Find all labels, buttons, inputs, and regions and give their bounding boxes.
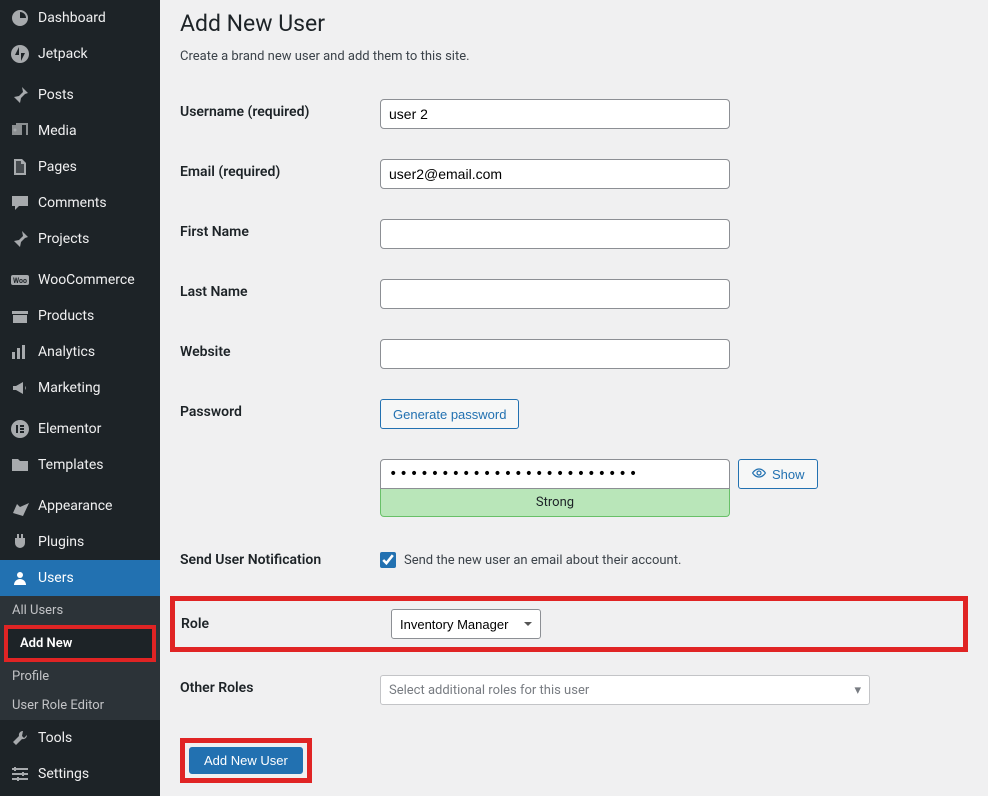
username-input[interactable] [380,99,730,129]
woocommerce-icon: Woo [10,270,30,290]
sidebar-item-settings[interactable]: Settings [0,756,160,792]
add-new-user-button[interactable]: Add New User [189,747,303,774]
role-label: Role [181,616,391,632]
website-input[interactable] [380,339,730,369]
sidebar-item-marketing[interactable]: Marketing [0,370,160,406]
sidebar-item-label: Pages [38,159,77,175]
lastname-label: Last Name [180,264,380,324]
svg-text:Woo: Woo [13,277,27,285]
users-submenu: All Users Add New Profile User Role Edit… [0,596,160,720]
sidebar-item-jetpack[interactable]: Jetpack [0,36,160,72]
notification-label: Send User Notification [180,532,380,588]
media-icon [10,121,30,141]
submenu-profile[interactable]: Profile [0,662,160,691]
sidebar-item-elementor[interactable]: Elementor [0,411,160,447]
page-title: Add New User [180,10,968,37]
pin-icon [10,85,30,105]
add-user-form: Username (required) Email (required) Fir… [180,84,968,720]
sidebar-item-templates[interactable]: Templates [0,447,160,483]
username-label: Username (required) [180,84,380,144]
sidebar-item-label: Media [38,123,77,139]
sidebar-item-label: Users [38,570,74,586]
sidebar-item-label: Elementor [38,421,101,437]
admin-sidebar: Dashboard Jetpack Posts Media Pages Comm… [0,0,160,796]
role-select[interactable]: Inventory Manager [391,609,541,639]
firstname-input[interactable] [380,219,730,249]
sidebar-item-posts[interactable]: Posts [0,77,160,113]
sidebar-item-media[interactable]: Media [0,113,160,149]
sidebar-item-label: Appearance [38,498,112,514]
sidebar-item-woocommerce[interactable]: Woo WooCommerce [0,262,160,298]
products-icon [10,306,30,326]
generate-password-button[interactable]: Generate password [380,399,519,429]
password-label: Password [180,384,380,444]
password-strength: Strong [380,489,730,517]
sidebar-item-analytics[interactable]: Analytics [0,334,160,370]
sidebar-item-plugins[interactable]: Plugins [0,524,160,560]
sidebar-item-projects[interactable]: Projects [0,221,160,257]
analytics-icon [10,342,30,362]
sidebar-item-label: Products [38,308,94,324]
submenu-add-new[interactable]: Add New [8,629,152,658]
comments-icon [10,193,30,213]
sidebar-item-dashboard[interactable]: Dashboard [0,0,160,36]
page-description: Create a brand new user and add them to … [180,49,968,64]
pin-icon [10,229,30,249]
main-content: Add New User Create a brand new user and… [160,0,988,796]
email-label: Email (required) [180,144,380,204]
sidebar-item-label: Settings [38,766,89,782]
sidebar-item-comments[interactable]: Comments [0,185,160,221]
notification-checkbox[interactable] [380,552,396,568]
appearance-icon [10,496,30,516]
email-input[interactable] [380,159,730,189]
users-icon [10,568,30,588]
show-button-label: Show [772,467,805,482]
other-roles-label: Other Roles [180,660,380,720]
jetpack-icon [10,44,30,64]
submenu-all-users[interactable]: All Users [0,596,160,625]
sidebar-item-label: Comments [38,195,107,211]
sidebar-item-users[interactable]: Users [0,560,160,596]
lastname-input[interactable] [380,279,730,309]
sidebar-item-label: Marketing [38,380,101,396]
show-password-button[interactable]: Show [738,459,818,489]
sidebar-item-label: WooCommerce [38,272,135,288]
sidebar-item-label: Analytics [38,344,95,360]
eye-icon [751,465,767,484]
sidebar-item-tools[interactable]: Tools [0,720,160,756]
sidebar-item-label: Templates [38,457,104,473]
sidebar-item-label: Dashboard [38,10,106,26]
website-label: Website [180,324,380,384]
chevron-down-icon: ▾ [854,683,861,698]
settings-icon [10,764,30,784]
sidebar-item-label: Projects [38,231,89,247]
sidebar-item-label: Posts [38,87,74,103]
firstname-label: First Name [180,204,380,264]
notification-text: Send the new user an email about their a… [404,553,681,568]
tools-icon [10,728,30,748]
sidebar-item-label: Tools [38,730,72,746]
sidebar-item-label: Jetpack [38,46,88,62]
submenu-user-role-editor[interactable]: User Role Editor [0,691,160,720]
sidebar-item-pages[interactable]: Pages [0,149,160,185]
other-roles-placeholder: Select additional roles for this user [389,683,589,698]
megaphone-icon [10,378,30,398]
sidebar-item-label: Plugins [38,534,84,550]
other-roles-select[interactable]: Select additional roles for this user ▾ [380,675,870,705]
elementor-icon [10,419,30,439]
sidebar-item-products[interactable]: Products [0,298,160,334]
password-input[interactable] [380,459,730,489]
plugins-icon [10,532,30,552]
pages-icon [10,157,30,177]
folder-icon [10,455,30,475]
dashboard-icon [10,8,30,28]
sidebar-item-appearance[interactable]: Appearance [0,488,160,524]
